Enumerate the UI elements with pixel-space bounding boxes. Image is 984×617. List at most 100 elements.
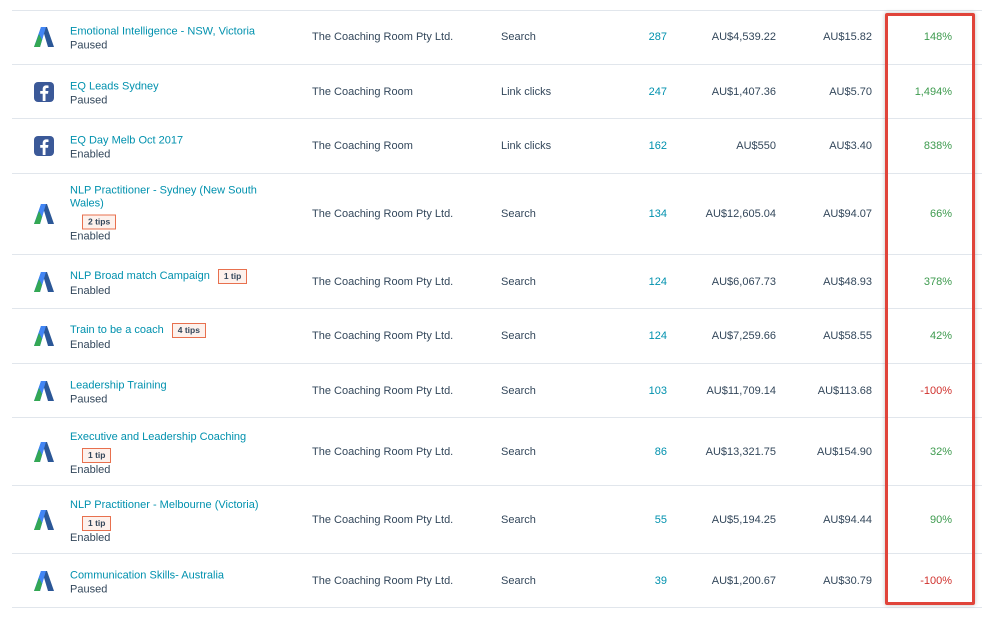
account-name: The Coaching Room Pty Ltd. — [312, 330, 454, 342]
campaign-name-link[interactable]: EQ Leads Sydney — [70, 80, 159, 92]
campaign-type: Search — [501, 384, 536, 397]
campaign-status: Paused — [70, 94, 108, 106]
campaign-name-link[interactable]: Executive and Leadership Coaching — [70, 431, 246, 443]
campaign-type: Search — [501, 330, 536, 342]
account-name: The Coaching Room Pty Ltd. — [312, 384, 454, 397]
spend-value: AU$4,539.22 — [711, 31, 776, 43]
spend-value: AU$7,259.66 — [711, 330, 776, 342]
campaign-status: Enabled — [70, 463, 111, 476]
google-ads-icon — [32, 440, 56, 464]
campaign-type: Link clicks — [501, 85, 552, 98]
cost-per-click-value: AU$15.82 — [823, 31, 872, 43]
tips-badge[interactable]: 2 tips — [82, 214, 117, 230]
campaign-type: Link clicks — [501, 140, 552, 152]
clicks-value[interactable]: 287 — [592, 31, 667, 43]
account-name: The Coaching Room — [312, 140, 413, 152]
campaign-status: Enabled — [70, 230, 111, 243]
cost-per-click-value: AU$58.55 — [823, 330, 872, 342]
campaign-name-cell: Emotional Intelligence - NSW, Victoria P… — [70, 22, 290, 53]
campaign-name-cell: Leadership Training Paused — [70, 375, 290, 406]
facebook-icon — [32, 134, 56, 158]
clicks-value[interactable]: 124 — [592, 330, 667, 342]
table-row: Train to be a coach 4 tips Enabled The Co… — [12, 309, 982, 364]
cost-per-click-value: AU$94.44 — [823, 513, 872, 526]
cost-per-click-value: AU$113.68 — [817, 384, 872, 397]
google-ads-icon — [32, 379, 56, 403]
spend-value: AU$1,407.36 — [711, 85, 776, 98]
campaign-name-cell: Executive and Leadership Coaching 1 tip … — [70, 427, 290, 477]
google-ads-icon — [32, 324, 56, 348]
campaign-name-link[interactable]: Emotional Intelligence - NSW, Victoria — [70, 26, 255, 38]
campaign-name-link[interactable]: Train to be a coach — [70, 324, 164, 336]
spend-value: AU$1,200.67 — [711, 574, 776, 587]
table-row: Communication Skills- Australia Paused T… — [12, 554, 982, 608]
google-ads-icon — [32, 508, 56, 532]
table-row: EQ Leads Sydney Paused The Coaching Room… — [12, 65, 982, 119]
clicks-value[interactable]: 124 — [592, 276, 667, 288]
spend-value: AU$550 — [736, 140, 776, 152]
google-ads-icon — [32, 202, 56, 226]
table-row: NLP Practitioner - Sydney (New South Wal… — [12, 174, 982, 255]
campaign-status: Paused — [70, 583, 108, 595]
clicks-value[interactable]: 134 — [592, 208, 667, 220]
table-row: Executive and Leadership Coaching 1 tip … — [12, 418, 982, 486]
campaign-status: Enabled — [70, 531, 111, 544]
facebook-icon — [32, 80, 56, 104]
clicks-value[interactable]: 39 — [592, 575, 667, 587]
roi-column-highlight — [885, 13, 975, 605]
spend-value: AU$12,605.04 — [705, 208, 776, 220]
campaign-name-cell: NLP Broad match Campaign 1 tip Enabled — [70, 266, 290, 298]
cost-per-click-value: AU$154.90 — [816, 445, 872, 458]
account-name: The Coaching Room — [312, 85, 413, 98]
clicks-value[interactable]: 55 — [592, 514, 667, 526]
campaign-status: Enabled — [70, 148, 111, 161]
table-row: Emotional Intelligence - NSW, Victoria P… — [12, 10, 982, 65]
tips-badge[interactable]: 1 tip — [82, 515, 112, 531]
campaign-status: Enabled — [70, 339, 111, 351]
spend-value: AU$13,321.75 — [705, 445, 776, 458]
clicks-value[interactable]: 247 — [592, 86, 667, 98]
campaign-name-link[interactable]: Leadership Training — [70, 379, 167, 391]
campaign-status: Paused — [70, 393, 108, 405]
campaign-name-cell: Communication Skills- Australia Paused — [70, 565, 290, 596]
spend-value: AU$6,067.73 — [711, 275, 776, 288]
campaign-type: Search — [501, 208, 536, 220]
campaign-name-cell: EQ Day Melb Oct 2017 Enabled — [70, 131, 290, 162]
account-name: The Coaching Room Pty Ltd. — [312, 208, 454, 220]
clicks-value[interactable]: 162 — [592, 140, 667, 152]
google-ads-icon — [32, 270, 56, 294]
clicks-value[interactable]: 86 — [592, 446, 667, 458]
google-ads-icon — [32, 569, 56, 593]
account-name: The Coaching Room Pty Ltd. — [312, 445, 454, 458]
campaign-name-link[interactable]: Communication Skills- Australia — [70, 569, 224, 581]
cost-per-click-value: AU$3.40 — [829, 140, 872, 152]
tips-badge[interactable]: 1 tip — [82, 447, 112, 463]
campaign-name-link[interactable]: NLP Practitioner - Sydney (New South Wal… — [70, 185, 260, 211]
tips-badge[interactable]: 4 tips — [171, 323, 206, 338]
account-name: The Coaching Room Pty Ltd. — [312, 275, 454, 288]
account-name: The Coaching Room Pty Ltd. — [312, 513, 454, 526]
campaign-type: Search — [501, 513, 536, 526]
table-row: NLP Practitioner - Melbourne (Victoria) … — [12, 486, 982, 554]
spend-value: AU$11,709.14 — [706, 384, 776, 397]
cost-per-click-value: AU$5.70 — [829, 85, 872, 98]
campaign-name-link[interactable]: NLP Practitioner - Melbourne (Victoria) — [70, 499, 259, 511]
spend-value: AU$5,194.25 — [711, 513, 776, 526]
table-row: Leadership Training Paused The Coaching … — [12, 364, 982, 418]
clicks-value[interactable]: 103 — [592, 385, 667, 397]
account-name: The Coaching Room Pty Ltd. — [312, 31, 454, 43]
campaign-name-link[interactable]: EQ Day Melb Oct 2017 — [70, 135, 183, 147]
campaign-status: Paused — [70, 39, 108, 52]
tips-badge[interactable]: 1 tip — [217, 268, 248, 284]
campaign-type: Search — [501, 574, 536, 587]
campaign-name-cell: EQ Leads Sydney Paused — [70, 76, 290, 107]
cost-per-click-value: AU$48.93 — [823, 275, 872, 288]
cost-per-click-value: AU$94.07 — [823, 208, 872, 220]
campaign-status: Enabled — [70, 284, 111, 297]
campaign-name-link[interactable]: NLP Broad match Campaign — [70, 270, 210, 282]
table-row: EQ Day Melb Oct 2017 Enabled The Coachin… — [12, 119, 982, 174]
table-row: NLP Broad match Campaign 1 tip Enabled Th… — [12, 255, 982, 309]
cost-per-click-value: AU$30.79 — [823, 574, 872, 587]
google-ads-icon — [32, 25, 56, 49]
campaign-name-cell: Train to be a coach 4 tips Enabled — [70, 320, 290, 352]
